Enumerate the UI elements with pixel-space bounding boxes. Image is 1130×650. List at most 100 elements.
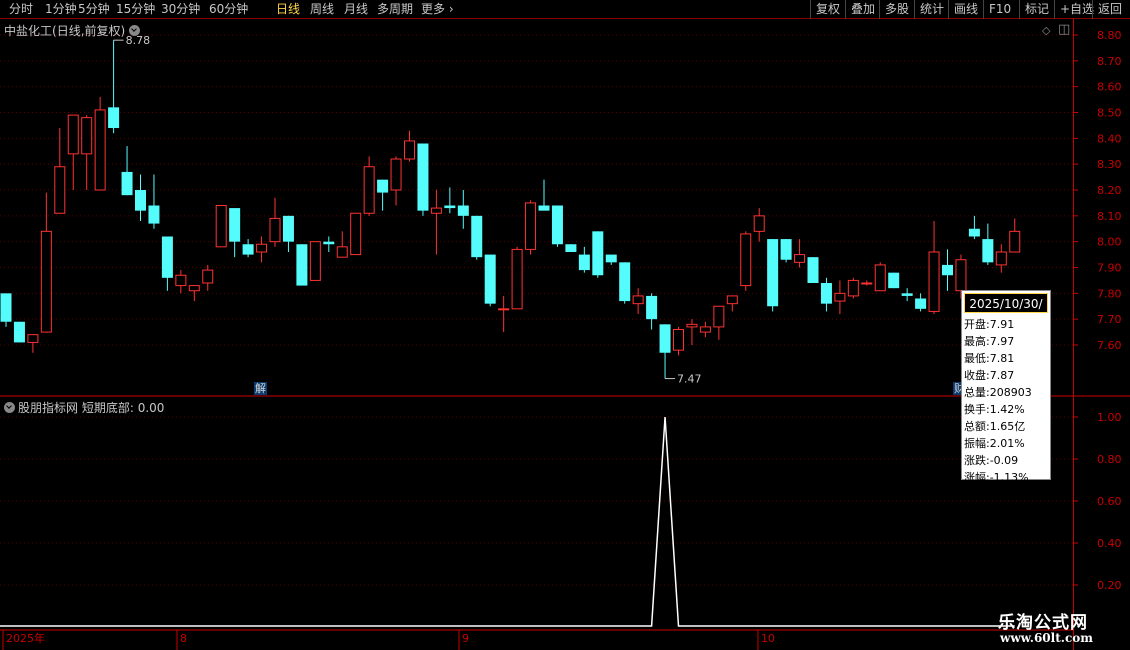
date-tick-label: 2025年 [6,631,45,645]
candle [780,239,792,263]
period-tab-10[interactable]: 更多 › [421,1,454,17]
candle [430,190,442,255]
candle-body [955,259,967,292]
period-tab-7[interactable]: 周线 [310,1,334,17]
candle-body [767,239,779,307]
period-tab-2[interactable]: 5分钟 [78,1,110,17]
candle-body [605,254,617,263]
price-tick-label: 8.50 [1097,107,1122,120]
candle [323,236,335,252]
period-tab-0[interactable]: 分时 [9,1,33,17]
candle [188,285,200,302]
candle-body [175,274,187,287]
chart-grid [0,34,1073,586]
candle [417,143,429,216]
candle [94,97,106,191]
period-tab-3[interactable]: 15分钟 [116,1,155,17]
indicator-tick-label: 0.80 [1097,453,1122,466]
toolbar-button-4[interactable]: 画线 [948,0,983,19]
candle-body [498,308,510,311]
indicator-name: 股朋指标网 [18,401,79,415]
period-tab-8[interactable]: 月线 [344,1,368,17]
candle-body [377,179,389,193]
candle-body [874,264,886,292]
candle-body [995,251,1007,266]
candle-body [350,212,362,256]
candle-body [282,215,294,242]
unlock-marker[interactable]: 解 [254,382,267,395]
chevron-down-icon[interactable] [4,402,15,413]
candle-body [323,241,335,245]
candle [484,254,496,307]
candle-body [0,293,12,322]
candle-body [27,334,39,343]
candle-body [915,298,927,309]
candle-body [309,241,321,281]
candle [592,231,604,278]
candle-body [511,248,523,310]
candle-body [108,107,120,128]
candle [296,244,308,286]
candle [511,246,523,310]
window-toggle-icon[interactable]: ◫ [1058,22,1070,37]
candle-body [135,190,146,211]
tooltip-row: 涨跌:-0.09 [964,454,1019,467]
candle [471,215,483,260]
candle-body [242,244,254,255]
candle-body [847,279,859,297]
indicator-tick-label: 0.20 [1097,579,1122,592]
price-tick-label: 8.60 [1097,81,1122,94]
toolbar-button-0[interactable]: 复权 [810,0,845,19]
candle [215,205,227,248]
quote-tooltip: 2025/10/30/四 开盘:7.91 最高:7.97 最低:7.81 收盘:7.8… [961,290,1051,484]
candle [915,293,927,312]
tooltip-date: 2025/10/30/四 [964,293,1048,331]
price-tick-label: 8.30 [1097,158,1122,171]
toolbar-button-2[interactable]: 多股 [879,0,914,19]
candle-body [592,231,604,276]
candle [619,262,631,304]
date-tick-label: 9 [462,632,469,645]
indicator-tick-label: 0.40 [1097,537,1122,550]
candle [646,293,658,330]
candle-body [820,283,832,304]
tooltip-row: 振幅:2.01% [964,437,1025,450]
toolbar-button-8[interactable]: 返回 [1092,0,1130,19]
candle-body [256,243,268,253]
candle [350,212,362,256]
price-tick-label: 8.40 [1097,132,1122,145]
candle-body [726,295,738,305]
tooltip-row: 换手:1.42% [964,403,1025,416]
candle [498,295,510,333]
watermark-title: 乐淘公式网 [998,613,1088,633]
tooltip-row: 总量:208903 [964,386,1032,399]
candle-body [229,208,241,242]
toolbar-button-3[interactable]: 统计 [914,0,948,19]
period-tab-1[interactable]: 1分钟 [45,1,77,17]
candle [632,288,644,314]
candle-body [444,205,456,209]
candle [982,223,994,265]
period-tab-4[interactable]: 30分钟 [161,1,200,17]
period-tab-6[interactable]: 日线 [276,1,300,17]
tooltip-row: 总额:1.65亿 [964,420,1026,433]
period-tab-9[interactable]: 多周期 [377,1,413,17]
candle-body [901,293,913,296]
toolbar-button-1[interactable]: 叠加 [845,0,879,19]
candle [901,288,913,302]
candle [108,40,120,134]
chevron-down-icon[interactable] [129,25,141,36]
candle [54,128,66,214]
toolbar-button-7[interactable]: +自选 [1054,0,1094,19]
date-axis: 2025年 8 9 10 [2,630,775,650]
price-tick-label: 8.20 [1097,184,1122,197]
diamond-icon[interactable]: ◇ [1042,24,1050,37]
candle-body [121,171,133,196]
period-tab-5[interactable]: 60分钟 [209,1,248,17]
toolbar-button-6[interactable]: 标记 [1019,0,1054,19]
candle [578,246,590,273]
candle [874,262,886,292]
indicator-tick-label: 1.00 [1097,411,1122,424]
toolbar-button-5[interactable]: F10 [983,0,1019,19]
candle [942,249,953,291]
